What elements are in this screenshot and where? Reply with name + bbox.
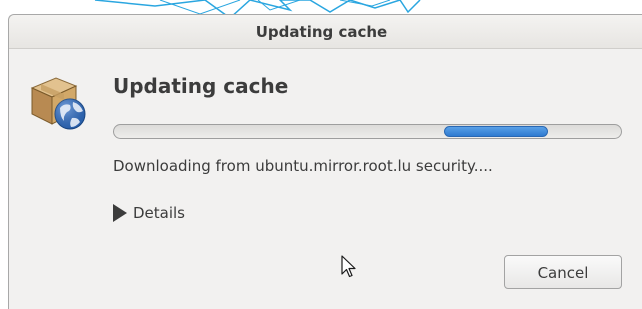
mouse-pointer-icon <box>341 255 356 278</box>
window-title: Updating cache <box>255 23 388 41</box>
progress-bar <box>113 124 622 139</box>
details-expander[interactable]: Details <box>113 201 185 225</box>
details-label: Details <box>133 204 186 222</box>
triangle-right-icon <box>113 204 127 222</box>
title-bar[interactable]: Updating cache <box>9 15 642 49</box>
progress-pulse <box>444 126 548 137</box>
status-text: Downloading from ubuntu.mirror.root.lu s… <box>113 157 493 175</box>
cancel-button[interactable]: Cancel <box>504 255 622 289</box>
dialog-heading: Updating cache <box>113 74 289 98</box>
package-globe-icon <box>30 77 86 130</box>
